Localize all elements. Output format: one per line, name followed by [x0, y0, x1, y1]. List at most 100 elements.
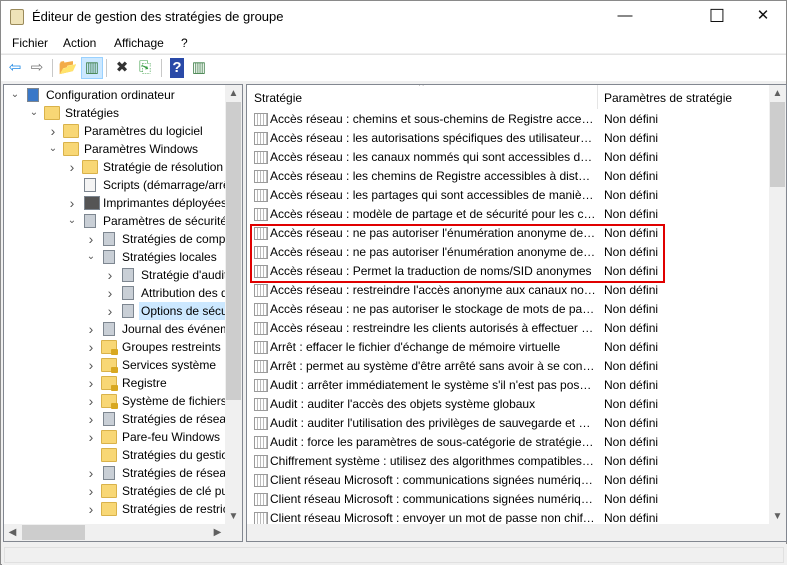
column-divider[interactable] — [597, 85, 598, 109]
tree-item[interactable]: › Attribution des droits — [4, 284, 242, 302]
policy-row[interactable]: Audit : force les paramètres de sous-cat… — [247, 433, 769, 452]
chevron-right-icon[interactable]: › — [86, 338, 96, 356]
policy-row[interactable]: Accès réseau : les autorisations spécifi… — [247, 129, 769, 148]
policy-row[interactable]: Client réseau Microsoft : communications… — [247, 471, 769, 490]
policy-row[interactable]: Accès réseau : restreindre les clients a… — [247, 319, 769, 338]
tree-item[interactable]: › Pare-feu Windows — [4, 428, 226, 446]
scroll-thumb[interactable] — [22, 525, 85, 540]
chevron-right-icon[interactable]: › — [48, 122, 58, 140]
scroll-down-icon[interactable]: ▼ — [769, 508, 786, 525]
tree-item[interactable]: ›Stratégies de réseau sans fil — [4, 464, 242, 482]
menu-fichier[interactable]: Fichier — [12, 36, 48, 50]
policy-row[interactable]: Accès réseau : modèle de partage et de s… — [247, 205, 769, 224]
policy-row[interactable]: Accès réseau : restreindre l'accès anony… — [247, 281, 769, 300]
menu-action[interactable]: Action — [63, 36, 96, 50]
tree-item[interactable]: › Paramètres du logiciel — [4, 122, 226, 140]
tree-item[interactable]: › Groupes restreints — [4, 338, 226, 356]
tree-vertical-scrollbar[interactable]: ▲ ▼ — [225, 85, 242, 525]
list-horizontal-scrollbar[interactable] — [247, 524, 786, 541]
tree-item[interactable]: › Stratégie d'audit — [4, 266, 228, 284]
chevron-down-icon[interactable]: ⌄ — [29, 104, 39, 122]
list-vertical-scrollbar[interactable]: ▲ ▼ — [769, 85, 786, 525]
tree-item[interactable]: › Registre — [4, 374, 226, 392]
policy-row[interactable]: Audit : auditer l'utilisation des privil… — [247, 414, 769, 433]
chevron-right-icon[interactable]: › — [86, 356, 96, 374]
chevron-down-icon[interactable]: ⌄ — [86, 248, 96, 266]
scroll-right-icon[interactable]: ▶ — [209, 524, 226, 541]
tree-item[interactable]: › Système de fichiers — [4, 392, 227, 410]
maximize-button[interactable]: ☐ — [694, 1, 740, 32]
chevron-right-icon[interactable]: › — [86, 320, 96, 338]
tree-item[interactable]: ›Stratégies de clé publique — [4, 482, 242, 500]
chevron-right-icon[interactable]: › — [86, 230, 96, 248]
scroll-up-icon[interactable]: ▲ — [769, 85, 786, 102]
minimize-button[interactable]: — — [602, 1, 648, 32]
tree-item[interactable]: › Services système — [4, 356, 226, 374]
tree-item[interactable]: ⌄ Configuration ordinateur — [4, 86, 226, 104]
tree-horizontal-scrollbar[interactable]: ◀ ▶ — [4, 524, 242, 541]
column-header-strategie[interactable]: Stratégie — [254, 91, 302, 105]
help-icon[interactable]: ? — [170, 58, 184, 78]
chevron-down-icon[interactable]: ⌄ — [67, 212, 77, 230]
up-folder-icon[interactable]: 📂 — [58, 58, 78, 78]
tree-item[interactable]: › Options de sécurité — [4, 302, 242, 320]
chevron-right-icon[interactable]: › — [86, 428, 96, 446]
show-hide-tree-icon[interactable]: ▥ — [81, 57, 103, 79]
tree-item[interactable]: Stratégies du gestionnaire — [4, 446, 242, 464]
menu-help[interactable]: ? — [181, 36, 188, 50]
chevron-right-icon[interactable]: › — [105, 284, 115, 302]
column-header-parametres[interactable]: Paramètres de stratégie — [604, 91, 732, 105]
tree-item[interactable]: ⌄ Stratégies — [4, 104, 226, 122]
policy-row[interactable]: Accès réseau : les chemins de Registre a… — [247, 167, 769, 186]
chevron-right-icon[interactable]: › — [67, 158, 77, 176]
back-icon[interactable]: ⇦ — [5, 58, 25, 78]
policy-row[interactable]: Arrêt : effacer le fichier d'échange de … — [247, 338, 769, 357]
tree-item[interactable]: ⌄ Paramètres Windows — [4, 140, 226, 158]
scroll-thumb[interactable] — [770, 102, 785, 187]
policy-name: Accès réseau : les chemins de Registre a… — [270, 169, 596, 183]
policy-row[interactable]: Audit : arrêter immédiatement le système… — [247, 376, 769, 395]
chevron-right-icon[interactable]: › — [105, 302, 115, 320]
tree-item[interactable]: › Stratégies de réseau — [4, 410, 233, 428]
policy-row[interactable]: Arrêt : permet au système d'être arrêté … — [247, 357, 769, 376]
export-list-icon[interactable]: ⎘ — [135, 58, 155, 78]
chevron-right-icon[interactable]: › — [86, 374, 96, 392]
tree-item[interactable]: › Journal des événements — [4, 320, 242, 338]
forward-icon[interactable]: ⇨ — [27, 58, 47, 78]
tree-item[interactable]: › Imprimantes déployées — [4, 194, 227, 212]
chevron-right-icon[interactable]: › — [86, 392, 96, 410]
show-action-pane-icon[interactable]: ▥ — [189, 58, 209, 78]
chevron-right-icon[interactable]: › — [86, 410, 96, 428]
policy-row[interactable]: Chiffrement système : utilisez des algor… — [247, 452, 769, 471]
scroll-down-icon[interactable]: ▼ — [225, 508, 242, 525]
chevron-down-icon[interactable]: ⌄ — [48, 140, 58, 158]
policy-setting: Non défini — [604, 492, 659, 506]
chevron-right-icon[interactable]: › — [105, 266, 115, 284]
policy-row[interactable]: Audit : auditer l'accès des objets systè… — [247, 395, 769, 414]
tree-item[interactable]: › Stratégies de comptes — [4, 230, 242, 248]
tree-item[interactable]: › Stratégies de restriction — [4, 500, 242, 518]
policy-row[interactable]: Accès réseau : les canaux nommés qui son… — [247, 148, 769, 167]
scroll-thumb[interactable] — [226, 102, 241, 400]
policy-row[interactable]: Accès réseau : chemins et sous-chemins d… — [247, 110, 769, 129]
script-icon — [84, 178, 96, 192]
policy-row[interactable]: Accès réseau : ne pas autoriser le stock… — [247, 300, 769, 319]
tree-item[interactable]: ⌄ Stratégies locales — [4, 248, 226, 266]
policy-setting: Non défini — [604, 416, 659, 430]
tree-item[interactable]: › Stratégie de résolution — [4, 158, 226, 176]
tree-item[interactable]: Scripts (démarrage/arrêt) — [4, 176, 237, 194]
chevron-right-icon[interactable]: › — [86, 482, 96, 500]
chevron-right-icon[interactable]: › — [86, 500, 96, 518]
menu-affichage[interactable]: Affichage — [114, 36, 164, 50]
scroll-left-icon[interactable]: ◀ — [4, 524, 21, 541]
policy-row[interactable]: Accès réseau : les partages qui sont acc… — [247, 186, 769, 205]
policy-name: Accès réseau : les partages qui sont acc… — [270, 188, 596, 202]
chevron-right-icon[interactable]: › — [86, 464, 96, 482]
close-button[interactable]: ✕ — [740, 1, 786, 32]
policy-row[interactable]: Client réseau Microsoft : communications… — [247, 490, 769, 509]
scroll-up-icon[interactable]: ▲ — [225, 85, 242, 102]
chevron-right-icon[interactable]: › — [67, 194, 77, 212]
tree-item[interactable]: ⌄ Paramètres de sécurité — [4, 212, 227, 230]
chevron-down-icon[interactable]: ⌄ — [10, 86, 20, 104]
delete-icon[interactable]: ✖ — [112, 58, 132, 78]
